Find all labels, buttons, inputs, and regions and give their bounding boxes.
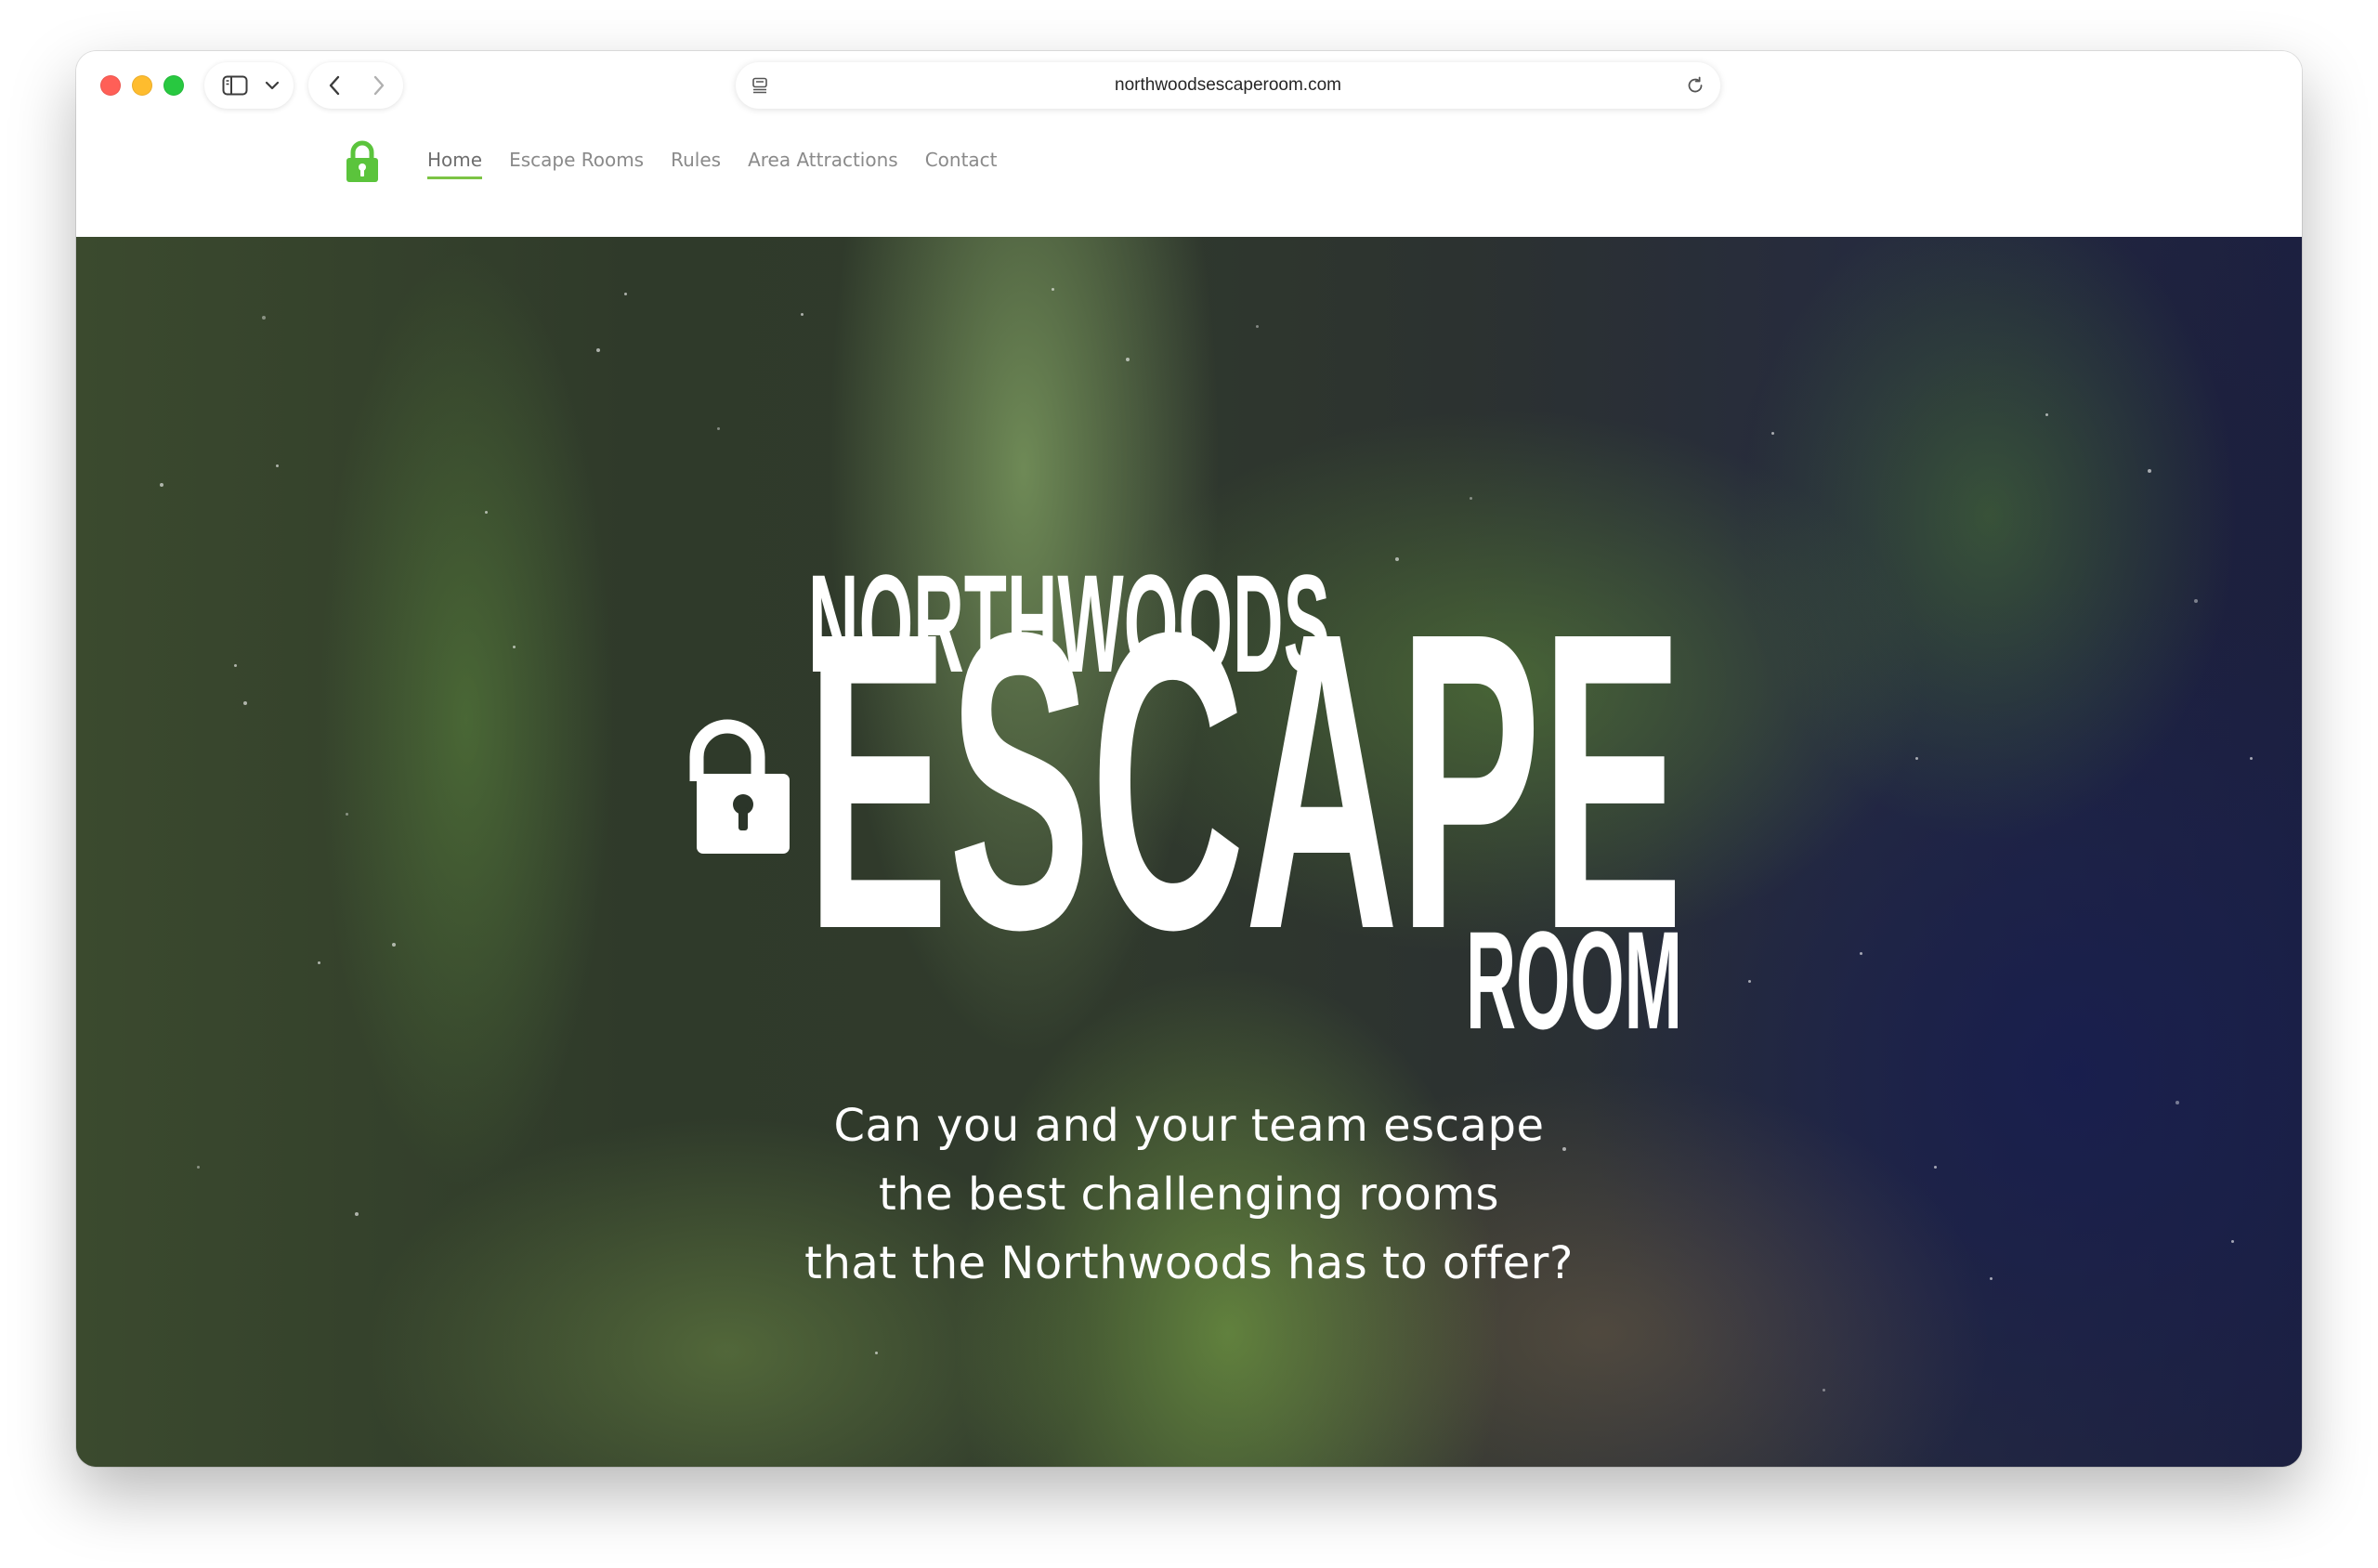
back-button[interactable] [314, 62, 355, 109]
hero-section: NORTHWOODS ESCAPE ROOM Can you and your … [76, 237, 2302, 1467]
maximize-window-button[interactable] [163, 75, 184, 96]
chevron-right-icon [373, 75, 385, 96]
nav-contact[interactable]: Contact [925, 149, 998, 179]
nav-area-attractions[interactable]: Area Attractions [748, 149, 898, 179]
tagline-line-3: that the Northwoods has to offer? [804, 1237, 1574, 1289]
padlock-icon[interactable] [346, 140, 379, 183]
main-navigation: Home Escape Rooms Rules Area Attractions… [427, 149, 998, 179]
tagline-line-2: the best challenging rooms [878, 1169, 1500, 1221]
tagline-line-1: Can you and your team escape [833, 1100, 1545, 1152]
padlock-icon [689, 719, 790, 854]
sidebar-toggle-button[interactable] [214, 62, 256, 109]
close-window-button[interactable] [100, 75, 121, 96]
address-url[interactable]: northwoodsescaperoom.com [736, 62, 1720, 109]
chevron-down-icon [265, 81, 280, 90]
minimize-window-button[interactable] [132, 75, 152, 96]
site-header [76, 120, 2302, 237]
nav-rules[interactable]: Rules [671, 149, 721, 179]
forward-button[interactable] [359, 62, 399, 109]
address-bar[interactable]: northwoodsescaperoom.com [736, 62, 1720, 109]
browser-window: northwoodsescaperoom.com Home Escape Roo… [76, 51, 2302, 1467]
sidebar-icon [222, 75, 248, 96]
sidebar-controls [204, 62, 294, 109]
chevron-left-icon [329, 75, 340, 96]
nav-home[interactable]: Home [427, 149, 483, 179]
history-controls [308, 62, 403, 109]
nav-escape-rooms[interactable]: Escape Rooms [509, 149, 644, 179]
sidebar-menu-button[interactable] [258, 62, 286, 109]
reload-icon[interactable] [1685, 75, 1705, 96]
logo-line-room: ROOM [1466, 902, 1682, 1058]
hero-tagline: Can you and your team escape the best ch… [632, 1091, 1746, 1298]
browser-toolbar: northwoodsescaperoom.com [76, 51, 2302, 120]
